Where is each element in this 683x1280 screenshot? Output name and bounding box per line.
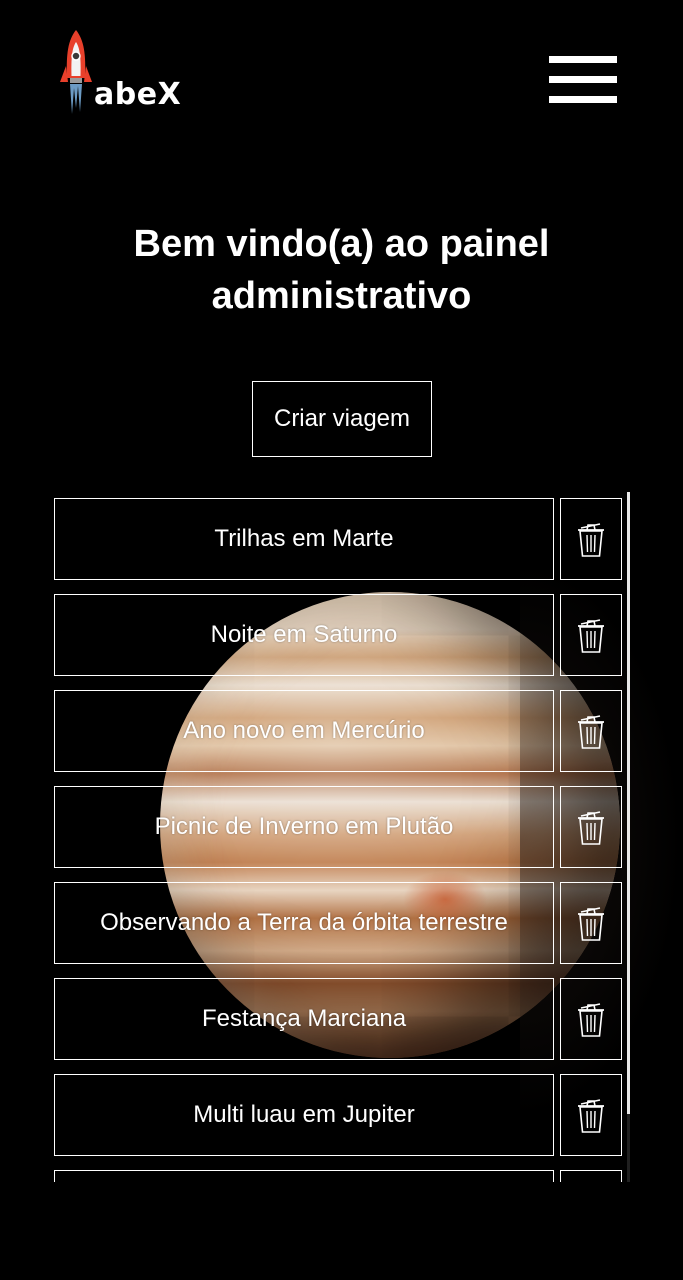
trip-row: Observando a Terra da órbita terrestre (54, 882, 622, 964)
menu-bar (549, 76, 617, 83)
menu-bar (549, 96, 617, 103)
scrollbar-thumb[interactable] (627, 492, 630, 1114)
delete-trip-button[interactable] (560, 978, 622, 1060)
trip-item[interactable]: Picnic de Inverno em Plutão (54, 786, 554, 868)
trip-item[interactable]: Trilhas em Marte (54, 498, 554, 580)
delete-trip-button[interactable] (560, 594, 622, 676)
trip-row: Festança Marciana (54, 978, 622, 1060)
scrollbar[interactable] (627, 492, 630, 1182)
logo-text: abeX (94, 77, 182, 112)
create-trip-button[interactable]: Criar viagem (252, 381, 432, 457)
trash-icon (578, 523, 604, 557)
menu-bar (549, 56, 617, 63)
trip-item[interactable]: Noite em Saturno (54, 594, 554, 676)
trip-item[interactable] (54, 1170, 554, 1182)
trash-icon (578, 907, 604, 941)
trash-icon (578, 811, 604, 845)
trip-row: Trilhas em Marte (54, 498, 622, 580)
trash-icon (578, 1099, 604, 1133)
page-title-line1: Bem vindo(a) ao painel (133, 223, 550, 265)
delete-trip-button[interactable] (560, 882, 622, 964)
page-title-line2: administrativo (211, 275, 472, 317)
trip-item[interactable]: Festança Marciana (54, 978, 554, 1060)
trip-item[interactable]: Ano novo em Mercúrio (54, 690, 554, 772)
page-title: Bem vindo(a) ao painel administrativo (60, 218, 623, 322)
trash-icon (578, 715, 604, 749)
trip-row: Ano novo em Mercúrio (54, 690, 622, 772)
delete-trip-button[interactable] (560, 1074, 622, 1156)
trip-row: Noite em Saturno (54, 594, 622, 676)
trash-icon (578, 1003, 604, 1037)
hamburger-menu-icon[interactable] (549, 56, 617, 104)
brand-logo[interactable]: abeX (58, 28, 198, 118)
delete-trip-button[interactable] (560, 786, 622, 868)
rocket-icon (60, 30, 92, 114)
trip-row (54, 1170, 622, 1182)
delete-trip-button[interactable] (560, 690, 622, 772)
delete-trip-button[interactable] (560, 1170, 622, 1182)
trip-item[interactable]: Multi luau em Jupiter (54, 1074, 554, 1156)
trash-icon (578, 619, 604, 653)
trip-row: Multi luau em Jupiter (54, 1074, 622, 1156)
trip-list[interactable]: Trilhas em Marte Noite em Saturno Ano no… (0, 492, 683, 1182)
admin-page: abeX Bem vindo(a) ao painel administrati… (0, 0, 683, 1280)
trip-row: Picnic de Inverno em Plutão (54, 786, 622, 868)
trip-item[interactable]: Observando a Terra da órbita terrestre (54, 882, 554, 964)
delete-trip-button[interactable] (560, 498, 622, 580)
